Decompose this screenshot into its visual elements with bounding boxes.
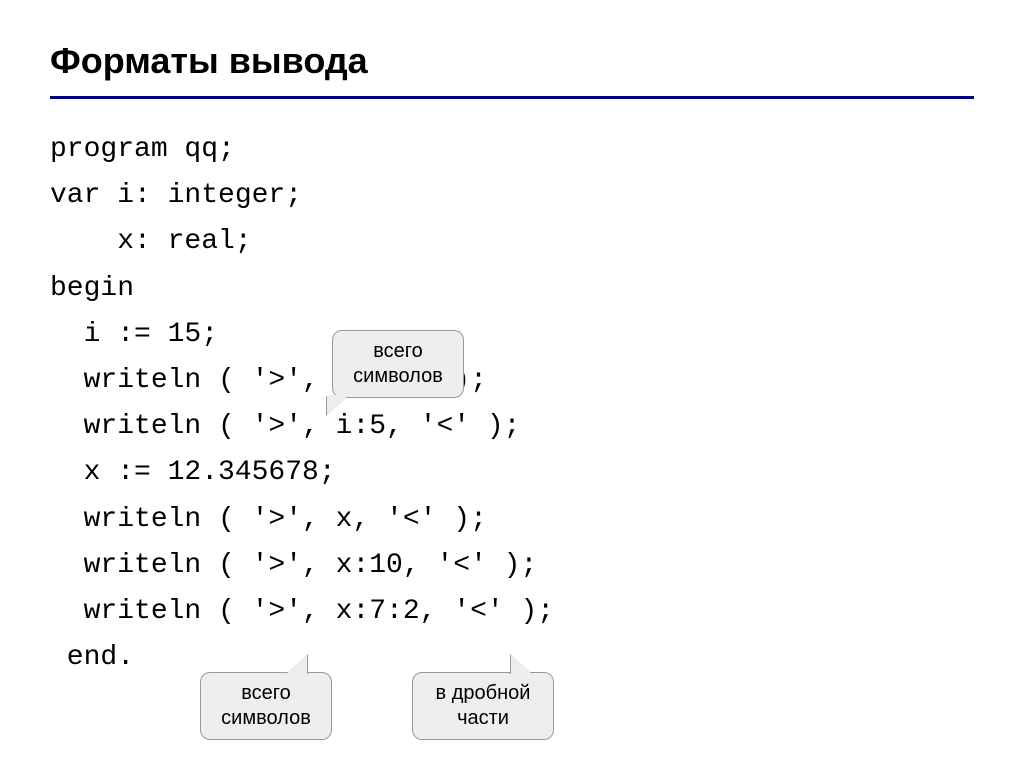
- slide-title: Форматы вывода: [50, 40, 974, 99]
- code-line: writeln ( '>', x:7:2, '<' );: [50, 596, 554, 627]
- callout-total-chars-bottom: всего символов: [200, 672, 332, 740]
- callout-text: в дробной: [427, 681, 539, 706]
- code-line: program qq;: [50, 134, 235, 165]
- code-line: x := 12.345678;: [50, 457, 336, 488]
- callout-total-chars-top: всего символов: [332, 330, 464, 398]
- code-line: var i: integer;: [50, 180, 302, 211]
- callout-tail-icon: [285, 655, 307, 675]
- code-line: begin: [50, 273, 134, 304]
- callout-tail-icon: [511, 655, 533, 675]
- callout-text: всего: [215, 681, 317, 706]
- code-line: writeln ( '>', x:10, '<' );: [50, 550, 537, 581]
- code-line: x: real;: [50, 226, 252, 257]
- callout-fraction-part: в дробной части: [412, 672, 554, 740]
- code-block: program qq; var i: integer; x: real; beg…: [50, 127, 974, 681]
- code-line: writeln ( '>', i:5, '<' );: [50, 411, 520, 442]
- callout-text: символов: [347, 364, 449, 389]
- callout-tail-icon: [327, 395, 349, 415]
- callout-text: символов: [215, 706, 317, 731]
- slide: Форматы вывода program qq; var i: intege…: [0, 0, 1024, 681]
- callout-text: всего: [347, 339, 449, 364]
- callout-text: части: [427, 706, 539, 731]
- code-line: end.: [50, 642, 134, 673]
- code-line: writeln ( '>', x, '<' );: [50, 504, 487, 535]
- code-line: i := 15;: [50, 319, 218, 350]
